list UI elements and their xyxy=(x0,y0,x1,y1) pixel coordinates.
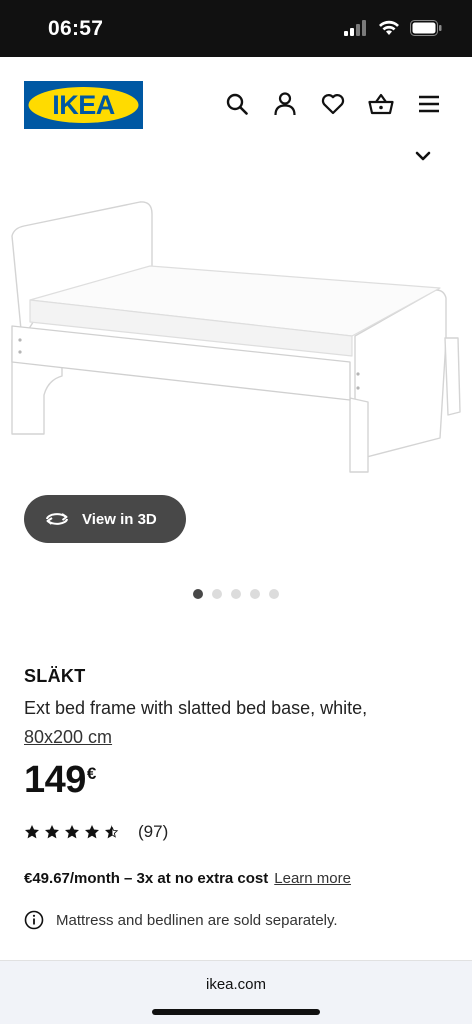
price-currency: € xyxy=(86,764,97,783)
search-button[interactable] xyxy=(224,91,250,117)
star-icon xyxy=(45,825,59,839)
account-icon xyxy=(274,92,296,116)
product-rating[interactable]: (97) xyxy=(24,822,168,842)
search-icon xyxy=(226,93,248,115)
basket-icon xyxy=(368,93,394,115)
header-icons xyxy=(224,91,442,117)
basket-button[interactable] xyxy=(368,91,394,117)
view-in-3d-label: View in 3D xyxy=(82,510,157,528)
price-value: 149 xyxy=(24,759,86,801)
favourites-button[interactable] xyxy=(320,91,346,117)
gallery-dot-3[interactable] xyxy=(231,589,241,599)
gallery-dot-2[interactable] xyxy=(212,589,222,599)
heart-icon xyxy=(321,94,345,115)
rating-count: (97) xyxy=(138,822,169,841)
gallery-pagination xyxy=(193,589,279,599)
installment-text: €49.67/month – 3x at no extra cost xyxy=(24,870,269,887)
url-text[interactable]: ikea.com xyxy=(0,976,472,993)
product-description-text: Ext bed frame with slatted bed base, whi… xyxy=(24,698,368,718)
status-icons xyxy=(344,20,442,36)
product-price: 149 € xyxy=(24,758,96,802)
star-icon xyxy=(65,825,79,839)
half-star-icon xyxy=(105,825,119,839)
ikea-logo[interactable]: IKEA xyxy=(24,81,143,129)
product-image[interactable] xyxy=(0,190,472,510)
menu-icon xyxy=(419,95,439,113)
product-description: Ext bed frame with slatted bed base, whi… xyxy=(24,694,454,752)
info-note: Mattress and bedlinen are sold separatel… xyxy=(24,910,338,930)
gallery-dot-5[interactable] xyxy=(269,589,279,599)
home-indicator[interactable] xyxy=(152,1009,320,1015)
learn-more-link[interactable]: Learn more xyxy=(274,870,351,887)
signal-icon xyxy=(344,20,366,36)
wifi-icon xyxy=(379,20,399,35)
account-button[interactable] xyxy=(272,91,298,117)
site-header: IKEA xyxy=(0,57,472,153)
status-time: 06:57 xyxy=(48,17,104,40)
star-icon xyxy=(85,825,99,839)
browser-address-bar[interactable]: ikea.com xyxy=(0,960,472,1024)
product-size-link[interactable]: 80x200 cm xyxy=(24,727,112,747)
status-bar: 06:57 xyxy=(0,0,472,57)
battery-icon xyxy=(410,20,442,36)
star-icon xyxy=(25,825,39,839)
gallery-dot-4[interactable] xyxy=(250,589,260,599)
view-in-3d-button[interactable]: View in 3D xyxy=(24,495,186,543)
logo-text: IKEA xyxy=(52,90,115,120)
product-name: SLÄKT xyxy=(24,666,86,686)
installment-info: €49.67/month – 3x at no extra cost Learn… xyxy=(24,870,351,887)
gallery-dot-1[interactable] xyxy=(193,589,203,599)
menu-button[interactable] xyxy=(416,91,442,117)
info-icon xyxy=(24,910,44,930)
rotate-3d-icon xyxy=(46,513,68,525)
chevron-down-icon[interactable] xyxy=(414,150,432,162)
info-note-text: Mattress and bedlinen are sold separatel… xyxy=(56,911,338,929)
